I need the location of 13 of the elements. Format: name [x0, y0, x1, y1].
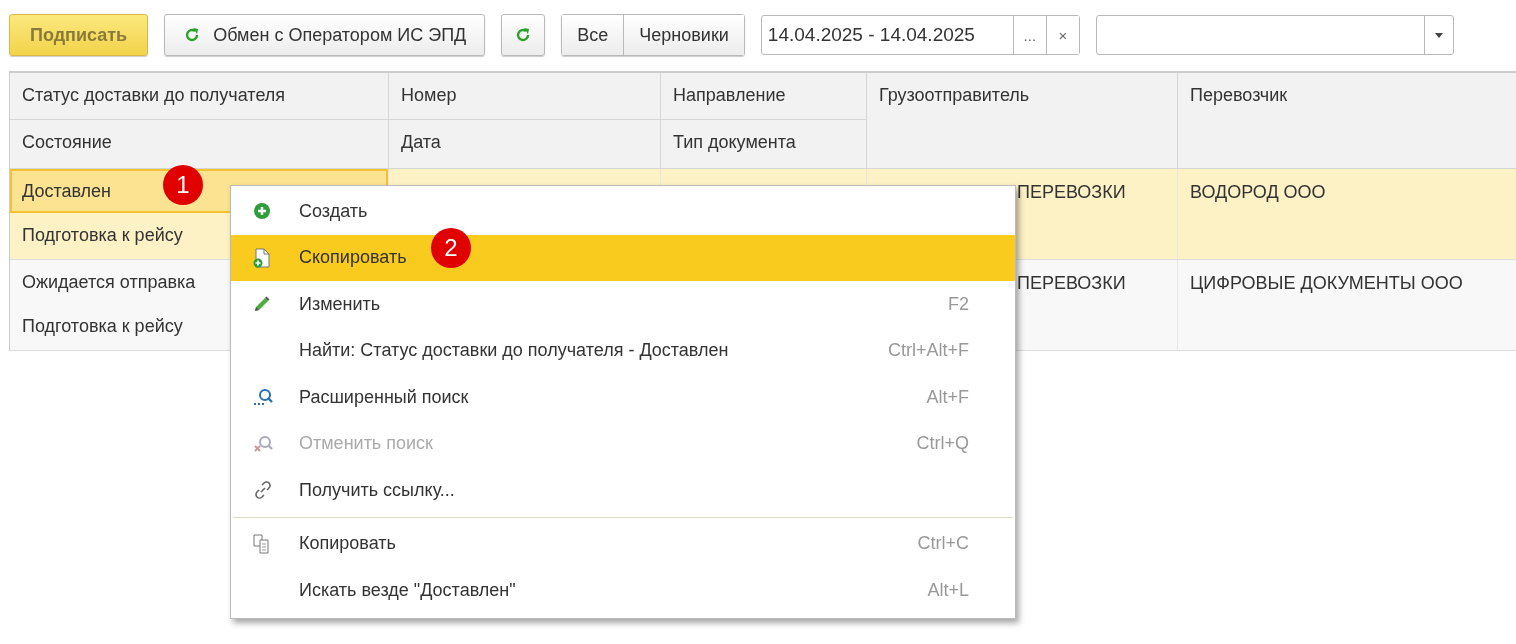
table-cell-text: ВОДОРОД ООО — [1189, 180, 1327, 204]
shortcut-label: F2 — [948, 293, 969, 315]
shortcut-label: Ctrl+Alt+F — [887, 340, 969, 362]
table-cell-text: ПЕРЕВОЗКИ — [1016, 180, 1127, 204]
shortcut-label: Ctrl+Q — [916, 433, 969, 455]
table-cell-text: Ожидается отправка — [21, 270, 197, 294]
table-cell-text: ПЕРЕВОЗКИ — [1016, 271, 1127, 295]
shortcut-label: Alt+L — [927, 579, 969, 601]
table-cell-text: Подготовка к рейсу — [21, 223, 184, 247]
shortcut-label: Ctrl+C — [917, 533, 969, 555]
table-cell-text: Подготовка к рейсу — [21, 314, 184, 338]
shortcut-label: Alt+F — [926, 386, 969, 408]
table-cell-text: ЦИФРОВЫЕ ДОКУМЕНТЫ ООО — [1189, 271, 1464, 295]
